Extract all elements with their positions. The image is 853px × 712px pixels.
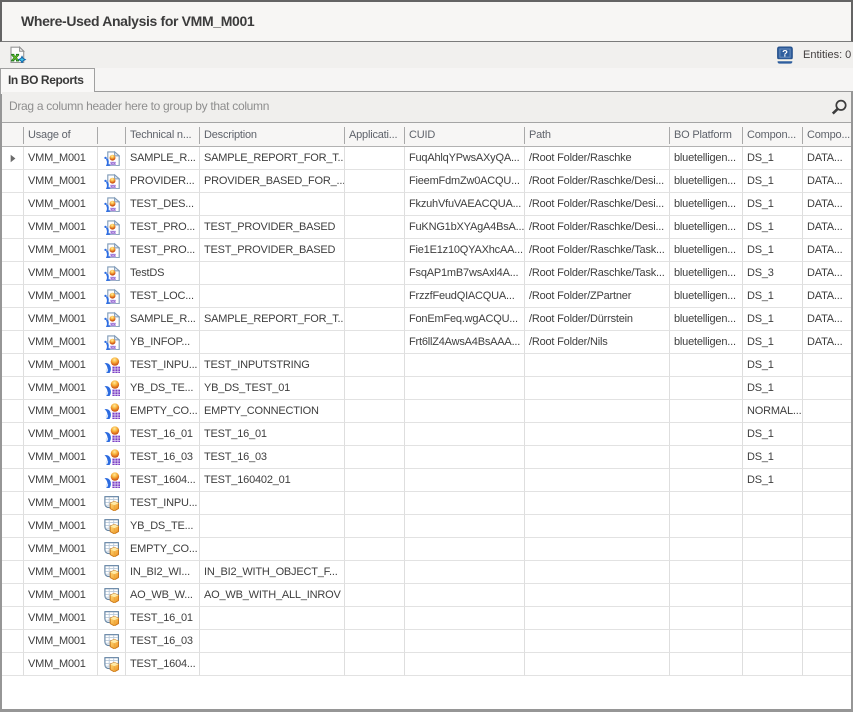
- svg-text:?: ?: [782, 48, 788, 59]
